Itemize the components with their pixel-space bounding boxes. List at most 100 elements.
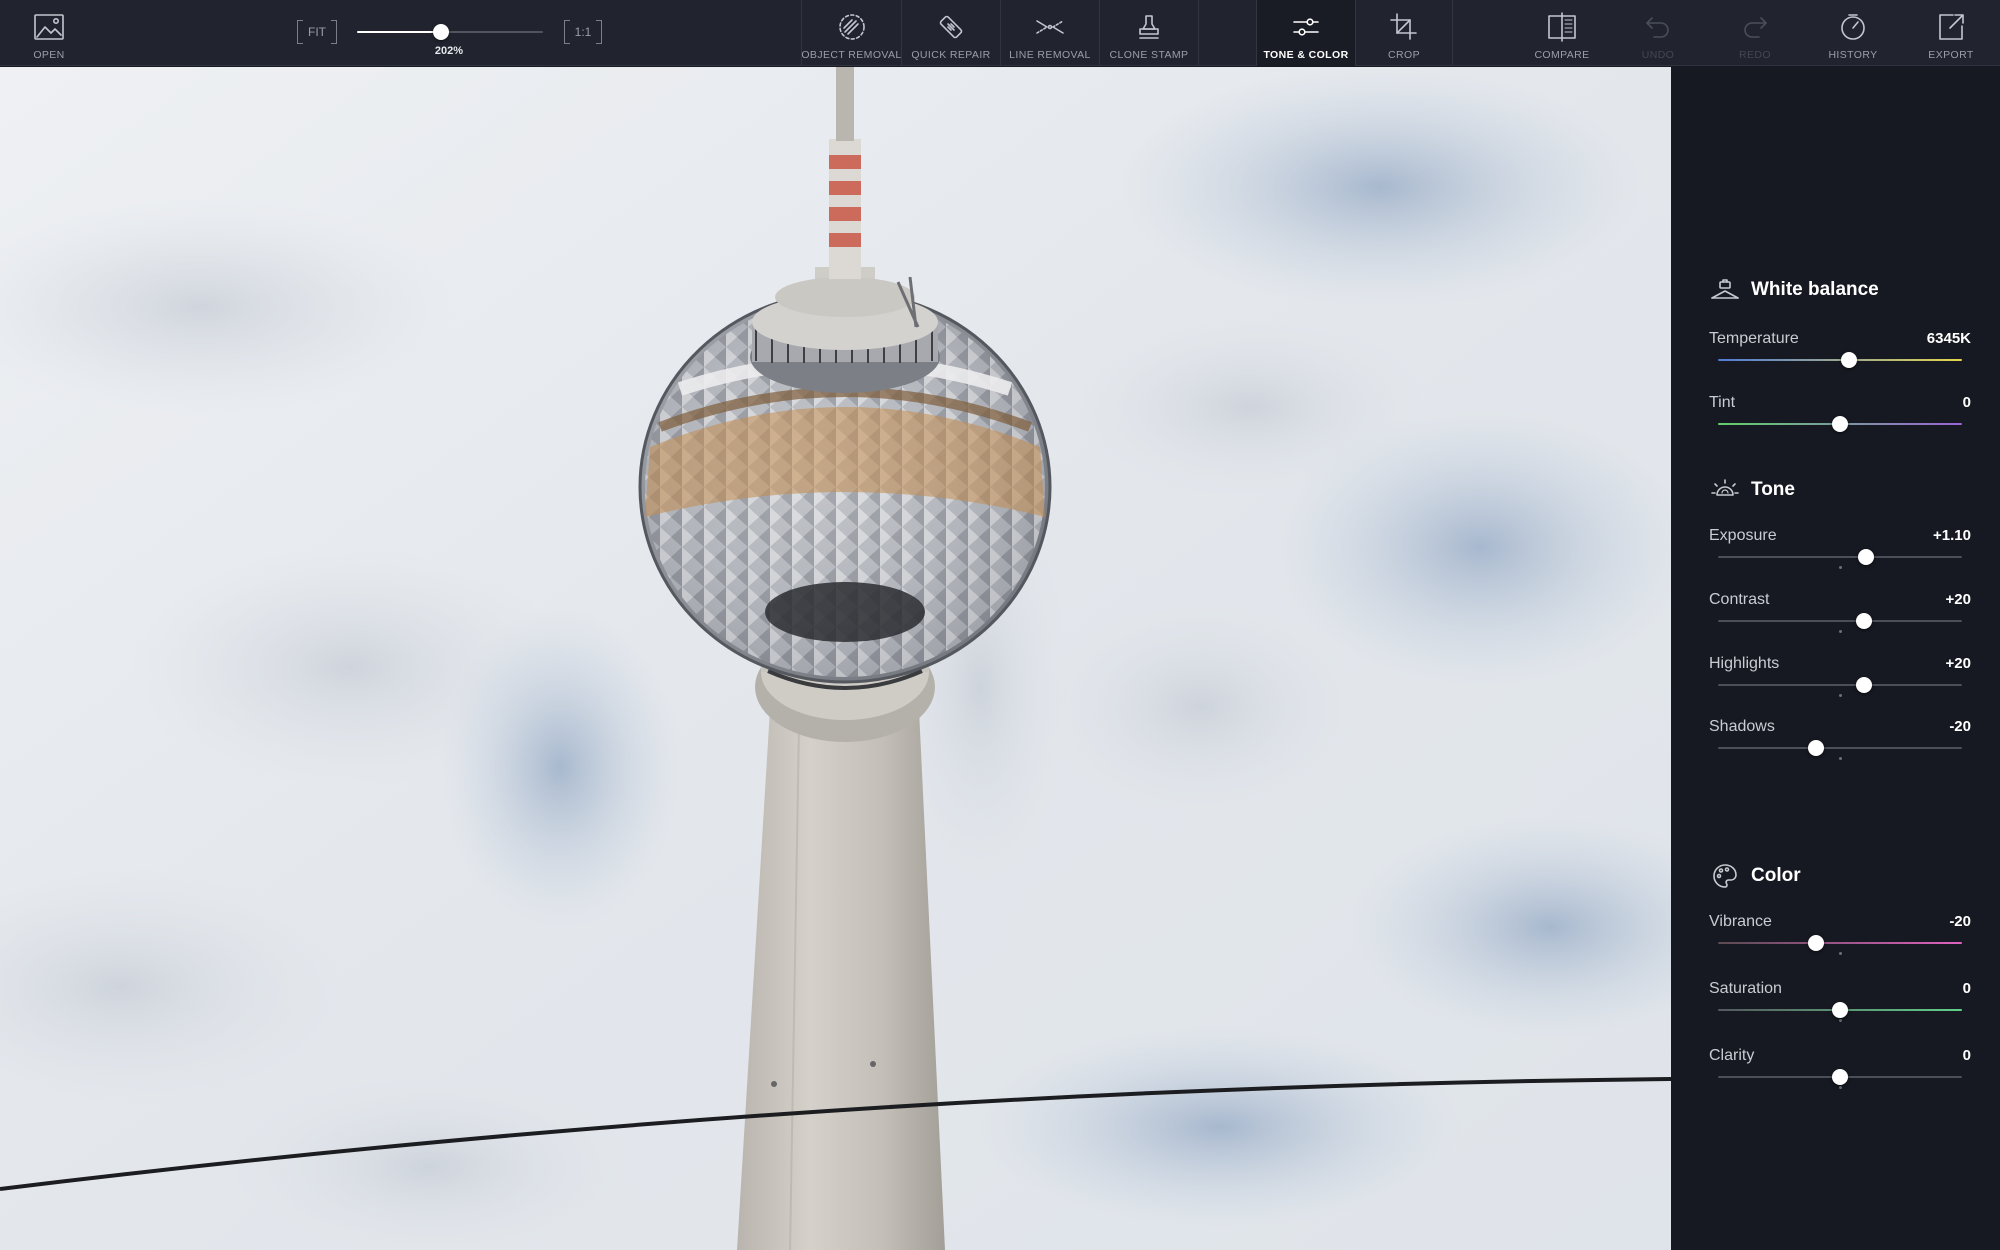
white-balance-header[interactable]: White balance <box>1709 276 1879 304</box>
compare-icon <box>1545 12 1579 42</box>
exposure-label: Exposure <box>1709 527 1777 544</box>
tone-color-tool[interactable]: TONE & COLOR <box>1257 0 1355 66</box>
exposure-center-mark <box>1838 566 1842 569</box>
redo-icon <box>1738 12 1772 42</box>
clarity-slider-thumb[interactable] <box>1832 1069 1848 1085</box>
sun-icon <box>1709 476 1741 504</box>
zoom-1to1-label: 1:1 <box>574 25 592 39</box>
clarity-label: Clarity <box>1709 1047 1755 1064</box>
history-label: HISTORY <box>1828 49 1878 61</box>
temperature-slider[interactable] <box>1718 352 1962 368</box>
clone-stamp-tool[interactable]: CLONE STAMP <box>1100 0 1198 66</box>
crop-icon <box>1387 12 1421 42</box>
line-removal-icon <box>1033 12 1067 42</box>
vibrance-value: -20 <box>1949 913 1971 930</box>
tone-color-label: TONE & COLOR <box>1263 49 1349 61</box>
clarity-center-mark <box>1838 1086 1842 1089</box>
line-removal-label: LINE REMOVAL <box>1009 49 1091 61</box>
vibrance-slider-thumb[interactable] <box>1807 935 1824 951</box>
contrast-value: +20 <box>1945 591 1971 608</box>
quick-repair-label: QUICK REPAIR <box>911 49 991 61</box>
white-balance-icon <box>1709 276 1741 304</box>
open-button[interactable]: OPEN <box>14 0 84 66</box>
undo-button[interactable]: UNDO <box>1610 0 1706 66</box>
highlights-slider-thumb[interactable] <box>1856 677 1873 693</box>
highlights-label: Highlights <box>1709 655 1780 672</box>
temperature-value: 6345K <box>1926 330 1971 347</box>
contrast-slider[interactable] <box>1718 613 1962 633</box>
shadows-slider[interactable] <box>1718 740 1962 760</box>
quick-repair-tool[interactable]: QUICK REPAIR <box>902 0 1000 66</box>
sliders-icon <box>1289 12 1323 42</box>
export-button[interactable]: EXPORT <box>1903 0 1999 66</box>
image-icon <box>32 12 66 42</box>
exposure-control: Exposure +1.10 <box>1709 527 1971 587</box>
color-header[interactable]: Color <box>1709 862 1801 890</box>
highlights-value: +20 <box>1945 655 1971 672</box>
crop-tool[interactable]: CROP <box>1356 0 1452 66</box>
zoom-slider-fill <box>357 31 441 33</box>
highlights-slider[interactable] <box>1718 677 1962 697</box>
image-canvas[interactable] <box>0 67 1671 1250</box>
zoom-fit-label: FIT <box>308 25 326 39</box>
tint-slider-thumb[interactable] <box>1832 416 1848 432</box>
clarity-slider[interactable] <box>1718 1069 1962 1089</box>
shadows-control: Shadows -20 <box>1709 718 1971 778</box>
contrast-slider-thumb[interactable] <box>1856 613 1873 629</box>
shadows-value: -20 <box>1949 718 1971 735</box>
saturation-slider[interactable] <box>1718 1002 1962 1022</box>
saturation-slider-thumb[interactable] <box>1832 1002 1848 1018</box>
undo-label: UNDO <box>1641 49 1675 61</box>
tint-control: Tint 0 <box>1709 394 1971 454</box>
tint-label: Tint <box>1709 394 1736 411</box>
saturation-control: Saturation 0 <box>1709 980 1971 1040</box>
vibrance-center-mark <box>1838 952 1842 955</box>
temperature-control: Temperature 6345K <box>1709 330 1971 390</box>
tint-slider[interactable] <box>1718 416 1962 432</box>
clarity-value: 0 <box>1962 1047 1971 1064</box>
exposure-slider-thumb[interactable] <box>1857 549 1874 565</box>
tone-header[interactable]: Tone <box>1709 476 1795 504</box>
history-icon <box>1836 12 1870 42</box>
compare-label: COMPARE <box>1534 49 1590 61</box>
toolbar-divider <box>1452 0 1453 66</box>
line-removal-tool[interactable]: LINE REMOVAL <box>1001 0 1099 66</box>
photo-tv-tower <box>0 67 1671 1250</box>
history-button[interactable]: HISTORY <box>1805 0 1901 66</box>
stamp-icon <box>1132 12 1166 42</box>
export-label: EXPORT <box>1928 49 1974 61</box>
color-title: Color <box>1751 865 1801 886</box>
white-balance-title: White balance <box>1751 279 1879 300</box>
contrast-center-mark <box>1838 630 1842 633</box>
bandage-icon <box>934 12 968 42</box>
undo-icon <box>1641 12 1675 42</box>
contrast-control: Contrast +20 <box>1709 591 1971 651</box>
shadows-slider-thumb[interactable] <box>1807 740 1824 756</box>
temperature-slider-thumb[interactable] <box>1840 352 1857 368</box>
object-removal-icon <box>835 12 869 42</box>
contrast-label: Contrast <box>1709 591 1770 608</box>
open-label: OPEN <box>33 49 65 61</box>
object-removal-tool[interactable]: OBJECT REMOVAL <box>801 0 902 66</box>
saturation-value: 0 <box>1962 980 1971 997</box>
crop-label: CROP <box>1388 49 1420 61</box>
zoom-slider[interactable] <box>357 24 543 40</box>
object-removal-label: OBJECT REMOVAL <box>801 49 902 61</box>
top-toolbar: OPEN FIT 202% 1:1 OBJECT REMOVAL QUICK R… <box>0 0 2000 66</box>
zoom-slider-thumb[interactable] <box>432 24 449 40</box>
exposure-slider[interactable] <box>1718 549 1962 569</box>
export-icon <box>1934 12 1968 42</box>
exposure-value: +1.10 <box>1933 527 1971 544</box>
vibrance-slider[interactable] <box>1718 935 1962 955</box>
highlights-control: Highlights +20 <box>1709 655 1971 715</box>
redo-button[interactable]: REDO <box>1707 0 1803 66</box>
zoom-fit-button[interactable]: FIT <box>297 20 337 44</box>
shadows-label: Shadows <box>1709 718 1775 735</box>
tone-title: Tone <box>1751 479 1795 500</box>
highlights-center-mark <box>1838 694 1842 697</box>
temperature-label: Temperature <box>1709 330 1799 347</box>
zoom-value: 202% <box>434 45 464 57</box>
compare-button[interactable]: COMPARE <box>1514 0 1610 66</box>
zoom-1to1-button[interactable]: 1:1 <box>562 20 604 44</box>
adjustments-panel: White balance Temperature 6345K Tint 0 T… <box>1671 67 2000 1250</box>
